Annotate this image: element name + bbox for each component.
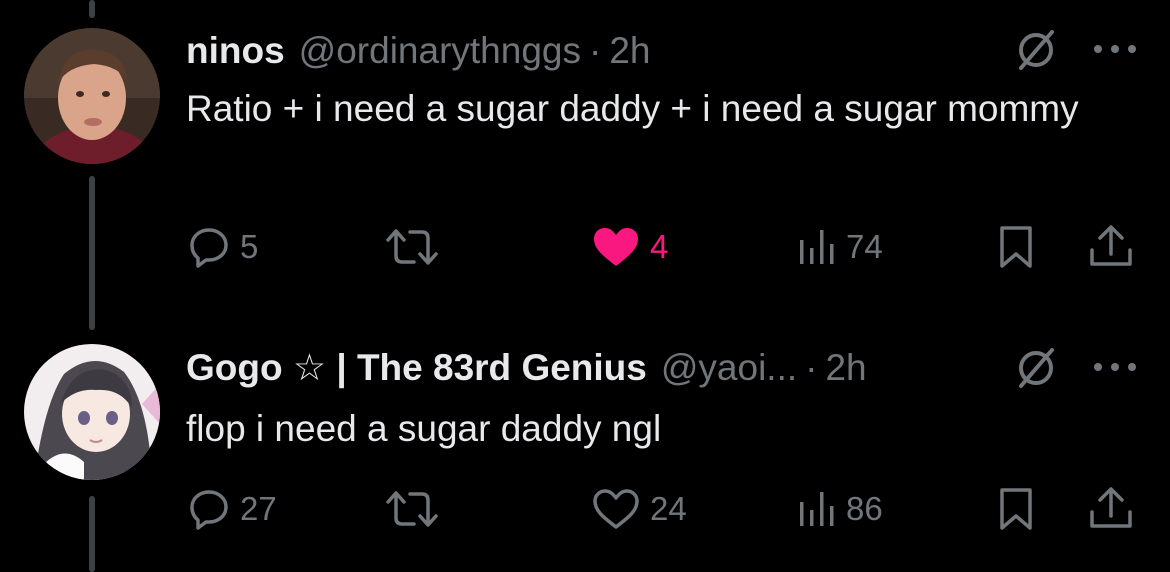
share-icon [1090, 487, 1132, 528]
share-button[interactable] [1088, 484, 1134, 532]
bookmark-icon [1000, 488, 1032, 530]
reply-button[interactable]: 27 [188, 488, 277, 530]
like-button[interactable]: 24 [592, 488, 687, 530]
retweet-button[interactable] [384, 488, 450, 530]
more-icon[interactable] [1092, 42, 1138, 61]
view-count: 74 [846, 228, 883, 265]
retweet-button[interactable] [384, 226, 450, 268]
heart-icon [593, 489, 639, 529]
reply-count: 5 [240, 228, 259, 265]
reply-icon [190, 228, 228, 268]
views-icon [800, 492, 834, 526]
tweet-header: ninos @ordinarythnggs · 2h [186, 30, 650, 74]
display-name[interactable]: ninos [186, 30, 285, 72]
separator-dot: · [805, 347, 818, 388]
reply-icon [190, 490, 228, 530]
like-count: 4 [650, 228, 669, 265]
action-bar: 27 24 86 [0, 476, 1170, 536]
avatar[interactable] [24, 344, 160, 480]
tweet-text: Ratio + i need a sugar daddy + i need a … [186, 88, 1079, 129]
action-bar: 5 4 74 [0, 214, 1170, 274]
user-handle[interactable]: @yaoi... [661, 347, 797, 389]
like-button[interactable]: 4 [592, 226, 668, 268]
display-name[interactable]: Gogo ☆ | The 83rd Genius [186, 346, 647, 389]
heart-icon [594, 228, 638, 266]
user-handle[interactable]: @ordinarythnggs [299, 30, 581, 72]
tweet-2[interactable]: Gogo ☆ | The 83rd Genius @yaoi... · 2h f… [0, 330, 1170, 572]
separator-dot: · [589, 30, 602, 71]
bookmark-button[interactable] [998, 486, 1034, 532]
views-button[interactable]: 86 [796, 488, 883, 530]
timestamp[interactable]: 2h [609, 30, 650, 72]
retweet-icon [386, 491, 438, 527]
view-count: 86 [846, 490, 883, 527]
grok-icon[interactable] [1014, 346, 1058, 395]
more-icon[interactable] [1092, 360, 1138, 379]
views-icon [800, 230, 834, 264]
timestamp[interactable]: 2h [825, 347, 866, 389]
tweet-text: flop i need a sugar daddy ngl [186, 408, 662, 449]
share-icon [1090, 225, 1132, 266]
views-button[interactable]: 74 [796, 226, 883, 268]
bookmark-button[interactable] [998, 224, 1034, 270]
tweet-1[interactable]: ninos @ordinarythnggs · 2h Ratio + i nee… [0, 0, 1170, 300]
share-button[interactable] [1088, 222, 1134, 270]
grok-icon[interactable] [1014, 28, 1058, 77]
like-count: 24 [650, 490, 687, 527]
bookmark-icon [1000, 226, 1032, 268]
reply-button[interactable]: 5 [188, 226, 258, 268]
avatar[interactable] [24, 28, 160, 164]
reply-count: 27 [240, 490, 277, 527]
tweet-header: Gogo ☆ | The 83rd Genius @yaoi... · 2h [186, 346, 867, 390]
retweet-icon [386, 229, 438, 265]
